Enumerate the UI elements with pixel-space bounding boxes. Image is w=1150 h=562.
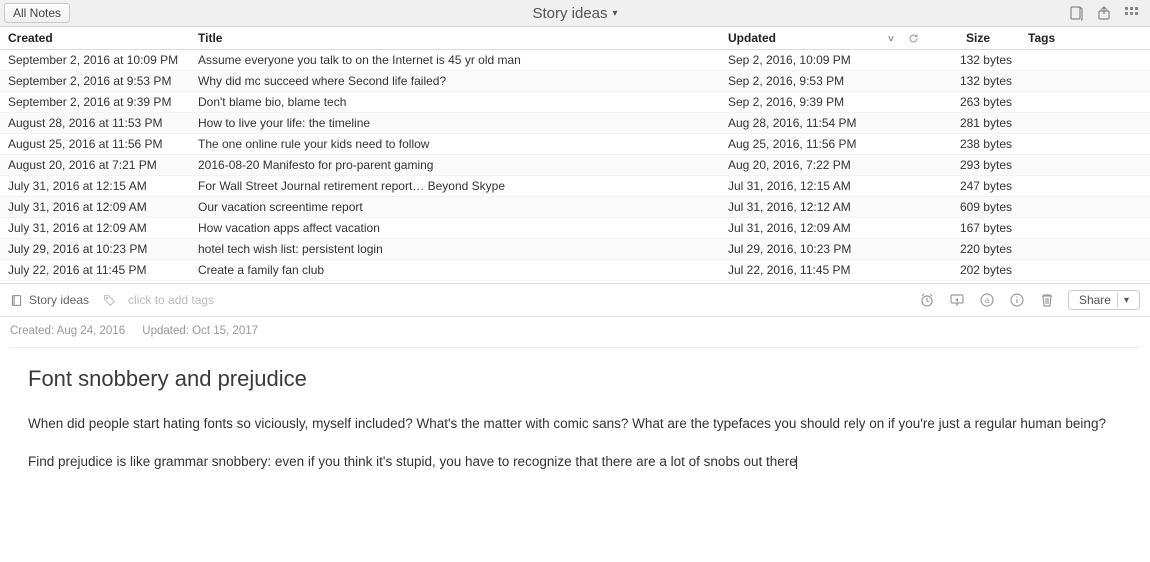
toolbar: All Notes Story ideas ▾ (0, 0, 1150, 27)
chevron-down-icon: ▾ (613, 8, 618, 19)
cell-title: Don't blame bio, blame tech (190, 95, 720, 109)
cell-size: 167 bytes (920, 221, 1020, 235)
cell-title: hotel tech wish list: persistent login (190, 242, 720, 256)
cell-size: 247 bytes (920, 179, 1020, 193)
table-row[interactable]: July 31, 2016 at 12:09 AMOur vacation sc… (0, 197, 1150, 218)
grid-icon[interactable] (1124, 5, 1140, 21)
header-updated-label: Updated (728, 31, 776, 45)
cell-updated: Jul 22, 2016, 11:45 PM (720, 263, 900, 277)
note-icon[interactable] (1068, 5, 1084, 21)
notebook-chip[interactable]: Story ideas (29, 293, 89, 307)
trash-icon[interactable] (1038, 291, 1056, 309)
annotate-icon[interactable]: a (978, 291, 996, 309)
cell-updated: Jul 31, 2016, 12:12 AM (720, 200, 900, 214)
table-row[interactable]: July 22, 2016 at 11:45 PMCreate a family… (0, 260, 1150, 281)
cell-created: September 2, 2016 at 9:53 PM (0, 74, 190, 88)
cell-updated: Jul 31, 2016, 12:15 AM (720, 179, 900, 193)
cell-size: 263 bytes (920, 95, 1020, 109)
cell-created: September 2, 2016 at 10:09 PM (0, 53, 190, 67)
note-dates: Created: Aug 24, 2016 Updated: Oct 15, 2… (0, 317, 1150, 337)
cell-title: The one online rule your kids need to fo… (190, 137, 720, 151)
cell-created: July 22, 2016 at 11:45 PM (0, 263, 190, 277)
share-icon[interactable] (1096, 5, 1112, 21)
cell-updated: Sep 2, 2016, 9:39 PM (720, 95, 900, 109)
table-row[interactable]: July 29, 2016 at 10:23 PMhotel tech wish… (0, 239, 1150, 260)
table-row[interactable]: August 28, 2016 at 11:53 PMHow to live y… (0, 113, 1150, 134)
chevron-down-icon: ▾ (1124, 295, 1129, 306)
share-button-label: Share (1079, 293, 1111, 307)
header-tags[interactable]: Tags (1020, 31, 1150, 45)
cell-title: How to live your life: the timeline (190, 116, 720, 130)
note-updated-label: Updated: Oct 15, 2017 (142, 325, 258, 337)
note-title[interactable]: Font snobbery and prejudice (28, 366, 1122, 392)
share-button[interactable]: Share ▾ (1068, 290, 1140, 310)
cell-updated: Sep 2, 2016, 10:09 PM (720, 53, 900, 67)
table-row[interactable]: August 20, 2016 at 7:21 PM2016-08-20 Man… (0, 155, 1150, 176)
sort-descending-icon: ˅ (888, 34, 894, 45)
note-created-label: Created: Aug 24, 2016 (10, 325, 125, 337)
cell-size: 202 bytes (920, 263, 1020, 277)
header-updated[interactable]: Updated ˅ (720, 31, 900, 45)
header-refresh[interactable] (900, 33, 920, 44)
column-headers: Created Title Updated ˅ Size Tags (0, 27, 1150, 50)
note-paragraph[interactable]: When did people start hating fonts so vi… (28, 414, 1122, 434)
notebook-title-label: Story ideas (532, 5, 607, 22)
cell-size: 238 bytes (920, 137, 1020, 151)
add-tags-input[interactable]: click to add tags (128, 293, 214, 307)
table-row[interactable]: July 31, 2016 at 12:15 AMFor Wall Street… (0, 176, 1150, 197)
cell-size: 132 bytes (920, 74, 1020, 88)
table-row[interactable]: September 2, 2016 at 9:39 PMDon't blame … (0, 92, 1150, 113)
cell-updated: Jul 29, 2016, 10:23 PM (720, 242, 900, 256)
notebook-title-dropdown[interactable]: Story ideas ▾ (532, 5, 617, 22)
cell-title: 2016-08-20 Manifesto for pro-parent gami… (190, 158, 720, 172)
cell-created: August 20, 2016 at 7:21 PM (0, 158, 190, 172)
header-title[interactable]: Title (190, 31, 720, 45)
notebook-icon (10, 294, 23, 307)
cell-created: July 29, 2016 at 10:23 PM (0, 242, 190, 256)
cell-created: July 31, 2016 at 12:09 AM (0, 200, 190, 214)
cell-title: Create a family fan club (190, 263, 720, 277)
note-editor[interactable]: Font snobbery and prejudice When did peo… (0, 348, 1150, 471)
note-meta-bar: Story ideas click to add tags a Share ▾ (0, 283, 1150, 317)
cell-title: Assume everyone you talk to on the Inter… (190, 53, 720, 67)
svg-text:a: a (985, 296, 990, 305)
cell-title: For Wall Street Journal retirement repor… (190, 179, 720, 193)
tag-icon (103, 294, 116, 307)
divider (1117, 293, 1118, 307)
present-icon[interactable] (948, 291, 966, 309)
cell-created: August 25, 2016 at 11:56 PM (0, 137, 190, 151)
cell-created: July 31, 2016 at 12:15 AM (0, 179, 190, 193)
cell-updated: Aug 25, 2016, 11:56 PM (720, 137, 900, 151)
note-paragraph[interactable]: Find prejudice is like grammar snobbery:… (28, 452, 1122, 472)
cell-title: How vacation apps affect vacation (190, 221, 720, 235)
info-icon[interactable] (1008, 291, 1026, 309)
cell-size: 132 bytes (920, 53, 1020, 67)
cell-size: 220 bytes (920, 242, 1020, 256)
reminder-icon[interactable] (918, 291, 936, 309)
cell-title: Our vacation screentime report (190, 200, 720, 214)
header-created[interactable]: Created (0, 31, 190, 45)
cell-size: 293 bytes (920, 158, 1020, 172)
cell-size: 281 bytes (920, 116, 1020, 130)
cell-updated: Sep 2, 2016, 9:53 PM (720, 74, 900, 88)
cell-updated: Aug 28, 2016, 11:54 PM (720, 116, 900, 130)
cell-created: July 31, 2016 at 12:09 AM (0, 221, 190, 235)
table-row[interactable]: July 31, 2016 at 12:09 AMHow vacation ap… (0, 218, 1150, 239)
cell-size: 609 bytes (920, 200, 1020, 214)
table-row[interactable]: August 25, 2016 at 11:56 PMThe one onlin… (0, 134, 1150, 155)
cell-title: Why did mc succeed where Second life fai… (190, 74, 720, 88)
cell-updated: Jul 31, 2016, 12:09 AM (720, 221, 900, 235)
cell-created: September 2, 2016 at 9:39 PM (0, 95, 190, 109)
all-notes-button[interactable]: All Notes (4, 3, 70, 23)
table-row[interactable]: September 2, 2016 at 9:53 PMWhy did mc s… (0, 71, 1150, 92)
header-size[interactable]: Size (920, 31, 1020, 45)
table-row[interactable]: September 2, 2016 at 10:09 PMAssume ever… (0, 50, 1150, 71)
cell-updated: Aug 20, 2016, 7:22 PM (720, 158, 900, 172)
cell-created: August 28, 2016 at 11:53 PM (0, 116, 190, 130)
note-list: September 2, 2016 at 10:09 PMAssume ever… (0, 50, 1150, 281)
